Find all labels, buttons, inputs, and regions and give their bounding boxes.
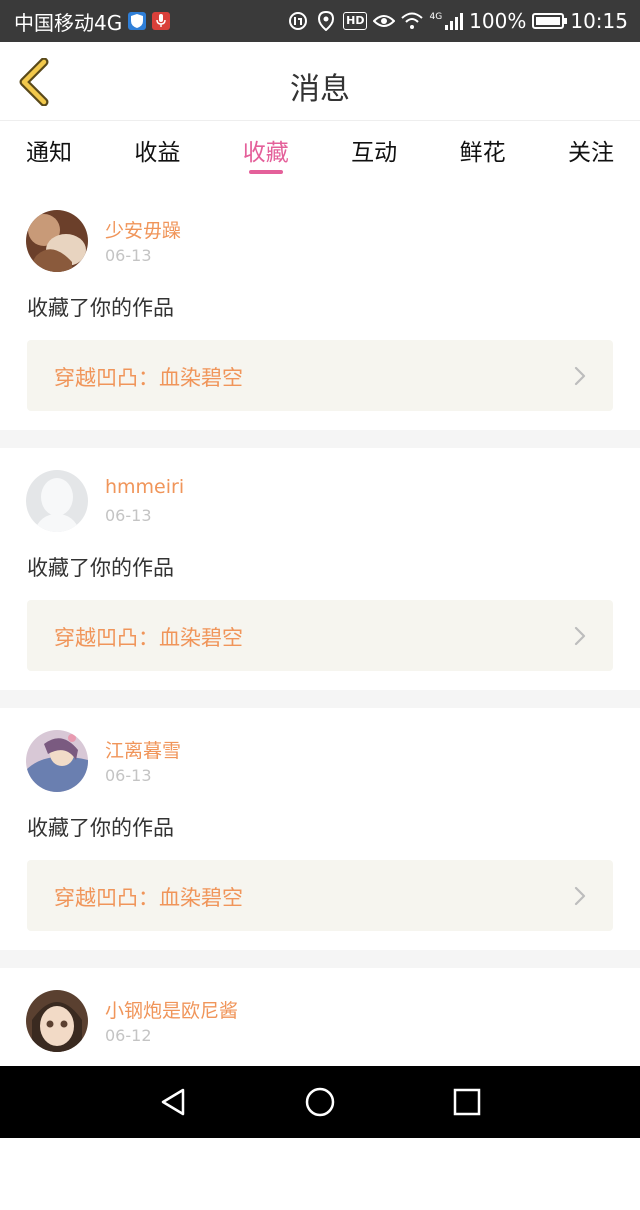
hd-icon: HD bbox=[343, 12, 368, 30]
tab-0[interactable]: 通知 bbox=[26, 121, 72, 181]
message-date: 06-13 bbox=[105, 506, 152, 525]
username[interactable]: hmmeiri bbox=[105, 476, 184, 498]
work-link[interactable]: 穿越凹凸：血染碧空 bbox=[27, 860, 613, 931]
message-card: hmmeiri 06-13 收藏了你的作品穿越凹凸：血染碧空 bbox=[0, 448, 640, 690]
chevron-right-icon bbox=[573, 626, 587, 646]
title-bar: 消息 bbox=[0, 42, 640, 121]
tab-label: 互动 bbox=[351, 140, 398, 166]
avatar[interactable] bbox=[26, 990, 88, 1052]
back-triangle-icon bbox=[162, 1088, 185, 1116]
nav-back-button[interactable] bbox=[153, 1082, 193, 1122]
nav-recents-button[interactable] bbox=[447, 1082, 487, 1122]
tab-label: 收藏 bbox=[242, 140, 289, 166]
username[interactable]: 江离暮雪 bbox=[105, 736, 181, 763]
chevron-right-icon bbox=[573, 886, 587, 906]
avatar[interactable] bbox=[26, 210, 88, 272]
chevron-right-icon bbox=[573, 366, 587, 386]
system-nav-bar bbox=[0, 1066, 640, 1138]
tab-2[interactable]: 收藏 bbox=[243, 121, 289, 181]
work-link[interactable]: 穿越凹凸：血染碧空 bbox=[27, 340, 613, 411]
tab-5[interactable]: 关注 bbox=[568, 121, 614, 181]
card-divider bbox=[0, 430, 640, 448]
username[interactable]: 少安毋躁 bbox=[105, 216, 181, 243]
tab-label: 鲜花 bbox=[459, 140, 506, 166]
active-tab-indicator bbox=[248, 170, 283, 174]
message-card: 少安毋躁 06-13 收藏了你的作品穿越凹凸：血染碧空 bbox=[0, 188, 640, 430]
work-title: 穿越凹凸：血染碧空 bbox=[54, 626, 243, 650]
action-text: 收藏了你的作品 bbox=[27, 296, 174, 320]
avatar[interactable] bbox=[26, 730, 88, 792]
message-date: 06-12 bbox=[105, 1026, 152, 1045]
tab-label: 关注 bbox=[567, 140, 614, 166]
location-icon bbox=[315, 10, 337, 32]
network-type: 4G bbox=[429, 12, 443, 22]
username[interactable]: 小钢炮是欧尼酱 bbox=[105, 996, 238, 1023]
battery-percent: 100% bbox=[469, 9, 527, 33]
home-circle-icon bbox=[305, 1087, 335, 1117]
battery-icon bbox=[532, 13, 568, 29]
work-title: 穿越凹凸：血染碧空 bbox=[54, 366, 243, 390]
tab-4[interactable]: 鲜花 bbox=[460, 121, 506, 181]
tab-label: 通知 bbox=[26, 140, 72, 166]
tab-3[interactable]: 互动 bbox=[351, 121, 397, 181]
message-card: 江离暮雪 06-13 收藏了你的作品穿越凹凸：血染碧空 bbox=[0, 708, 640, 950]
status-left: 中国移动4G bbox=[14, 7, 171, 36]
clock: 10:15 bbox=[570, 9, 628, 33]
signal-icon: 4G bbox=[429, 12, 464, 30]
eye-icon bbox=[373, 10, 396, 32]
tab-label: 收益 bbox=[134, 140, 181, 166]
card-divider bbox=[0, 950, 640, 968]
work-link[interactable]: 穿越凹凸：血染碧空 bbox=[27, 600, 613, 671]
recents-square-icon bbox=[453, 1088, 480, 1116]
mic-badge-icon bbox=[152, 12, 171, 30]
message-list: 少安毋躁 06-13 收藏了你的作品 穿越凹凸：血染碧空 hmmeiri 06-13 收藏了… bbox=[0, 188, 640, 1210]
tab-1[interactable]: 收益 bbox=[134, 121, 180, 181]
status-bar: 中国移动4G HD 4G 100% 10:15 bbox=[0, 0, 640, 42]
work-title: 穿越凹凸：血染碧空 bbox=[54, 886, 243, 910]
page-title: 消息 bbox=[290, 72, 350, 107]
message-date: 06-13 bbox=[105, 246, 152, 265]
action-text: 收藏了你的作品 bbox=[27, 556, 174, 580]
data-saver-icon bbox=[287, 10, 309, 32]
avatar[interactable] bbox=[26, 470, 88, 532]
carrier-label: 中国移动4G bbox=[14, 10, 123, 35]
status-right: HD 4G 100% 10:15 bbox=[287, 9, 628, 33]
card-divider bbox=[0, 690, 640, 708]
tab-bar: 通知 收益 收藏 互动 鲜花 关注 bbox=[0, 121, 640, 181]
action-text: 收藏了你的作品 bbox=[27, 816, 174, 840]
message-date: 06-13 bbox=[105, 766, 152, 785]
wifi-icon bbox=[401, 10, 424, 32]
shield-badge-icon bbox=[128, 12, 147, 30]
nav-home-button[interactable] bbox=[300, 1082, 340, 1122]
